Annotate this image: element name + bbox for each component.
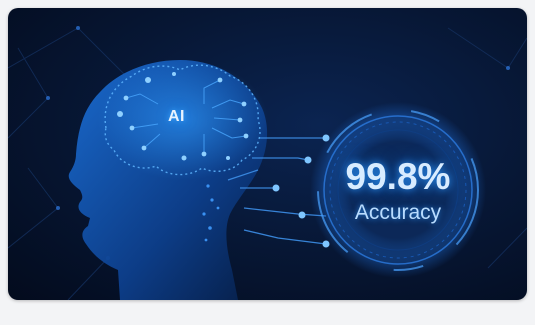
accuracy-value: 99.8% — [345, 156, 451, 197]
accuracy-hero-card: AI 99.8% Accuracy — [8, 8, 527, 300]
accuracy-label: Accuracy — [354, 201, 442, 224]
ai-badge-label: AI — [168, 108, 185, 125]
ai-head-illustration — [8, 26, 527, 300]
